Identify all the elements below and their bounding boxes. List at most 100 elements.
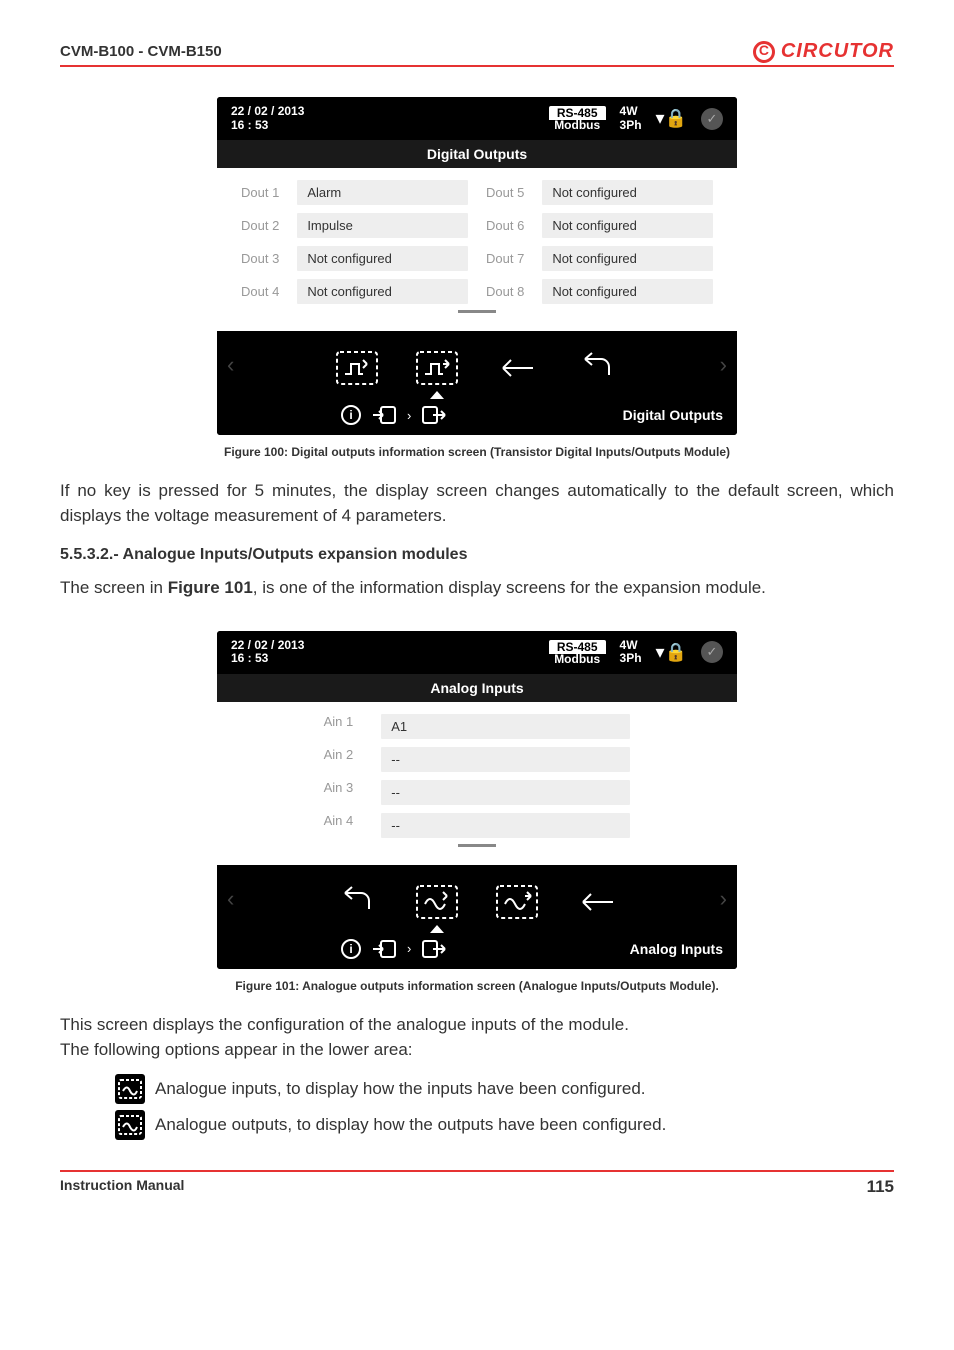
output-label: Dout 8 (486, 284, 524, 299)
input-value: A1 (381, 714, 630, 739)
protocol-badge: RS-485 Modbus (549, 105, 606, 132)
figure-caption: Figure 100: Digital outputs information … (60, 445, 894, 459)
device-statusbar: 22 / 02 / 2013 16 : 53 RS-485 Modbus 4W … (217, 631, 737, 674)
device-screen-fig100: 22 / 02 / 2013 16 : 53 RS-485 Modbus 4W … (217, 97, 737, 435)
wire-bot: 3Ph (620, 119, 642, 132)
undo-button[interactable] (572, 347, 622, 389)
time-text: 16 : 53 (231, 652, 304, 665)
drag-handle-icon (241, 310, 713, 313)
footer-label: Digital Outputs (623, 407, 723, 423)
analog-out-button[interactable] (492, 881, 542, 923)
panel-body: Ain 1 A1 Ain 2 -- Ain 3 -- Ain 4 -- (217, 702, 737, 865)
lock-icon: ▾🔒 (656, 642, 687, 663)
doc-title: CVM-B100 - CVM-B150 (60, 43, 222, 60)
logout-icon (421, 405, 447, 425)
output-label: Dout 4 (241, 284, 279, 299)
drag-handle-icon (241, 844, 713, 847)
figure-ref: Figure 101 (168, 578, 253, 597)
text-run: , is one of the information display scre… (253, 578, 766, 597)
breadcrumb-sep: › (407, 408, 411, 423)
input-label: Ain 2 (324, 747, 354, 772)
input-value: -- (381, 813, 630, 838)
info-icon[interactable]: i (341, 405, 361, 425)
wire-top: 4W (620, 105, 642, 118)
arrow-left-button[interactable] (572, 881, 622, 923)
panel-body: Dout 1 Alarm Dout 5 Not configured Dout 2 Imp… (217, 168, 737, 331)
analog-in-icon (115, 1074, 145, 1104)
page-number: 115 (867, 1177, 894, 1197)
date-text: 22 / 02 / 2013 (231, 105, 304, 118)
pulse-out-button[interactable] (412, 347, 462, 389)
check-icon: ✓ (701, 108, 723, 130)
output-value: Not configured (297, 279, 468, 304)
paragraph: The screen in Figure 101, is one of the … (60, 576, 894, 601)
wiring-label: 4W 3Ph (620, 105, 642, 131)
pulse-in-button[interactable] (332, 347, 382, 389)
option-text: Analogue inputs, to display how the inpu… (155, 1079, 646, 1099)
panel-title: Digital Outputs (217, 140, 737, 168)
inputs-grid: Ain 1 A1 Ain 2 -- Ain 3 -- Ain 4 -- (324, 714, 631, 838)
paragraph: If no key is pressed for 5 minutes, the … (60, 479, 894, 528)
page-header: CVM-B100 - CVM-B150 CIRCUTOR (60, 40, 894, 67)
analog-in-button[interactable] (412, 881, 462, 923)
breadcrumb-sep: › (407, 941, 411, 956)
chevron-left-icon[interactable]: ‹ (227, 352, 234, 378)
output-label: Dout 7 (486, 251, 524, 266)
section-heading: 5.5.3.2.- Analogue Inputs/Outputs expans… (60, 546, 894, 564)
chevron-right-icon[interactable]: › (720, 886, 727, 912)
output-value: Not configured (297, 246, 468, 271)
device-footer: i › Analog Inputs (217, 933, 737, 969)
output-value: Not configured (542, 180, 713, 205)
output-label: Dout 2 (241, 218, 279, 233)
footer-label: Instruction Manual (60, 1177, 184, 1197)
login-icon (371, 939, 397, 959)
lock-icon: ▾🔒 (656, 108, 687, 129)
input-label: Ain 3 (324, 780, 354, 805)
undo-button[interactable] (332, 881, 382, 923)
info-icon[interactable]: i (341, 939, 361, 959)
analog-out-icon (115, 1110, 145, 1140)
input-value: -- (381, 780, 630, 805)
action-bar: ‹ › (217, 865, 737, 933)
protocol-bot: Modbus (549, 118, 606, 132)
chevron-right-icon[interactable]: › (720, 352, 727, 378)
figure-caption: Figure 101: Analogue outputs information… (60, 979, 894, 993)
footer-label: Analog Inputs (630, 941, 723, 957)
option-text: Analogue outputs, to display how the out… (155, 1115, 666, 1135)
device-statusbar: 22 / 02 / 2013 16 : 53 RS-485 Modbus 4W … (217, 97, 737, 140)
input-value: -- (381, 747, 630, 772)
chevron-left-icon[interactable]: ‹ (227, 886, 234, 912)
output-value: Impulse (297, 213, 468, 238)
logout-icon (421, 939, 447, 959)
output-value: Not configured (542, 213, 713, 238)
action-bar: ‹ › (217, 331, 737, 399)
datetime: 22 / 02 / 2013 16 : 53 (231, 105, 304, 131)
panel-title: Analog Inputs (217, 674, 737, 702)
input-label: Ain 1 (324, 714, 354, 739)
output-value: Not configured (542, 279, 713, 304)
check-icon: ✓ (701, 641, 723, 663)
login-icon (371, 405, 397, 425)
wire-bot: 3Ph (620, 652, 642, 665)
brand-logo-icon (753, 41, 775, 63)
page-footer: Instruction Manual 115 (60, 1170, 894, 1197)
output-value: Alarm (297, 180, 468, 205)
output-value: Not configured (542, 246, 713, 271)
arrow-left-button[interactable] (492, 347, 542, 389)
paragraph: This screen displays the configuration o… (60, 1013, 894, 1038)
input-label: Ain 4 (324, 813, 354, 838)
output-label: Dout 6 (486, 218, 524, 233)
output-label: Dout 1 (241, 185, 279, 200)
paragraph: The following options appear in the lowe… (60, 1038, 894, 1063)
option-line: Analogue outputs, to display how the out… (115, 1110, 894, 1140)
device-screen-fig101: 22 / 02 / 2013 16 : 53 RS-485 Modbus 4W … (217, 631, 737, 969)
device-footer: i › Digital Outputs (217, 399, 737, 435)
datetime: 22 / 02 / 2013 16 : 53 (231, 639, 304, 665)
output-label: Dout 3 (241, 251, 279, 266)
outputs-grid: Dout 1 Alarm Dout 5 Not configured Dout 2 Imp… (241, 180, 713, 304)
option-line: Analogue inputs, to display how the inpu… (115, 1074, 894, 1104)
brand: CIRCUTOR (753, 40, 894, 63)
output-label: Dout 5 (486, 185, 524, 200)
wiring-label: 4W 3Ph (620, 639, 642, 665)
protocol-badge: RS-485 Modbus (549, 639, 606, 666)
